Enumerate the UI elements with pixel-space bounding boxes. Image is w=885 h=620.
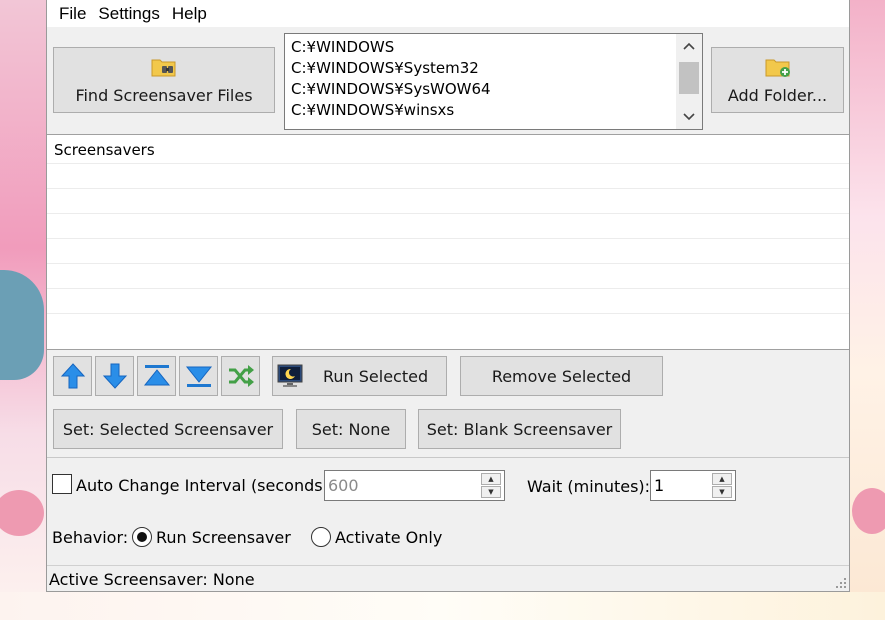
run-selected-button[interactable]: Run Selected bbox=[272, 356, 447, 396]
wallpaper-bottom-strip bbox=[0, 592, 885, 620]
app-window: File Settings Help Find Screensaver File… bbox=[46, 0, 850, 592]
monitor-icon bbox=[277, 364, 303, 387]
set-selected-label: Set: Selected Screensaver bbox=[62, 419, 274, 439]
options-divider bbox=[47, 457, 849, 458]
spin-down-icon[interactable]: ▼ bbox=[481, 486, 501, 498]
move-bottom-button[interactable] bbox=[179, 356, 218, 396]
move-up-button[interactable] bbox=[53, 356, 92, 396]
folder-list-scrollbar[interactable] bbox=[676, 34, 702, 129]
folder-item[interactable]: C:¥WINDOWS¥System32 bbox=[291, 58, 702, 79]
screensavers-column-header[interactable]: Screensavers bbox=[47, 135, 849, 163]
screensavers-list[interactable]: Screensavers bbox=[47, 134, 849, 350]
radio-selected-dot bbox=[137, 532, 147, 542]
remove-selected-button[interactable]: Remove Selected bbox=[460, 356, 663, 396]
folder-item[interactable]: C:¥WINDOWS¥winsxs bbox=[291, 100, 702, 121]
run-selected-label: Run Selected bbox=[323, 366, 429, 386]
menu-bar: File Settings Help bbox=[47, 0, 849, 27]
scroll-down-icon[interactable] bbox=[676, 107, 702, 127]
list-item[interactable] bbox=[47, 263, 849, 288]
arrow-down-icon bbox=[102, 363, 127, 389]
activate-only-option-label[interactable]: Activate Only bbox=[335, 528, 442, 547]
find-screensaver-files-button[interactable]: Find Screensaver Files bbox=[53, 47, 275, 113]
folder-list[interactable]: C:¥WINDOWS C:¥WINDOWS¥System32 C:¥WINDOW… bbox=[284, 33, 703, 130]
menu-help[interactable]: Help bbox=[166, 4, 213, 24]
shuffle-icon bbox=[228, 365, 254, 387]
list-item[interactable] bbox=[47, 188, 849, 213]
remove-selected-label: Remove Selected bbox=[491, 366, 632, 386]
wallpaper-cheek-right bbox=[852, 488, 885, 534]
list-item[interactable] bbox=[47, 238, 849, 263]
list-item[interactable] bbox=[47, 213, 849, 238]
menu-file[interactable]: File bbox=[53, 4, 92, 24]
wait-value: 1 bbox=[654, 476, 665, 495]
set-blank-label: Set: Blank Screensaver bbox=[426, 419, 613, 439]
move-top-button[interactable] bbox=[137, 356, 176, 396]
status-bar: Active Screensaver: None bbox=[47, 565, 849, 591]
auto-change-label: Auto Change Interval (seconds): bbox=[76, 476, 335, 495]
scroll-up-icon[interactable] bbox=[676, 36, 702, 56]
set-selected-screensaver-button[interactable]: Set: Selected Screensaver bbox=[53, 409, 283, 449]
menu-settings[interactable]: Settings bbox=[92, 4, 165, 24]
set-none-button[interactable]: Set: None bbox=[296, 409, 406, 449]
radio-run-screensaver[interactable] bbox=[132, 527, 152, 547]
find-button-label: Find Screensaver Files bbox=[75, 85, 253, 105]
add-folder-label: Add Folder... bbox=[727, 85, 828, 105]
behavior-label: Behavior: bbox=[52, 528, 129, 547]
resize-grip-icon[interactable] bbox=[835, 577, 847, 589]
folder-add-icon bbox=[765, 59, 790, 77]
run-screensaver-option-label[interactable]: Run Screensaver bbox=[156, 528, 291, 547]
auto-change-checkbox[interactable] bbox=[52, 474, 72, 494]
auto-change-interval-input[interactable]: 600 ▲ ▼ bbox=[324, 470, 505, 501]
scrollbar-thumb[interactable] bbox=[679, 62, 699, 94]
folder-search-icon bbox=[151, 59, 176, 76]
shuffle-button[interactable] bbox=[221, 356, 260, 396]
list-item[interactable] bbox=[47, 288, 849, 313]
list-item[interactable] bbox=[47, 313, 849, 338]
spin-up-icon[interactable]: ▲ bbox=[712, 473, 732, 485]
radio-activate-only[interactable] bbox=[311, 527, 331, 547]
spin-down-icon[interactable]: ▼ bbox=[712, 486, 732, 498]
move-down-button[interactable] bbox=[95, 356, 134, 396]
wait-label: Wait (minutes): bbox=[527, 477, 651, 496]
wait-minutes-input[interactable]: 1 ▲ ▼ bbox=[650, 470, 736, 501]
auto-change-value: 600 bbox=[328, 476, 359, 495]
folder-item[interactable]: C:¥WINDOWS¥SysWOW64 bbox=[291, 79, 702, 100]
set-none-label: Set: None bbox=[311, 419, 391, 439]
list-item[interactable] bbox=[47, 163, 849, 188]
spin-up-icon[interactable]: ▲ bbox=[481, 473, 501, 485]
move-to-bottom-icon bbox=[185, 366, 212, 387]
active-screensaver-status: Active Screensaver: None bbox=[49, 570, 255, 589]
move-to-top-icon bbox=[143, 365, 170, 386]
arrow-up-icon bbox=[60, 363, 85, 389]
folder-item[interactable]: C:¥WINDOWS bbox=[291, 37, 702, 58]
add-folder-button[interactable]: Add Folder... bbox=[711, 47, 844, 113]
set-blank-screensaver-button[interactable]: Set: Blank Screensaver bbox=[418, 409, 621, 449]
